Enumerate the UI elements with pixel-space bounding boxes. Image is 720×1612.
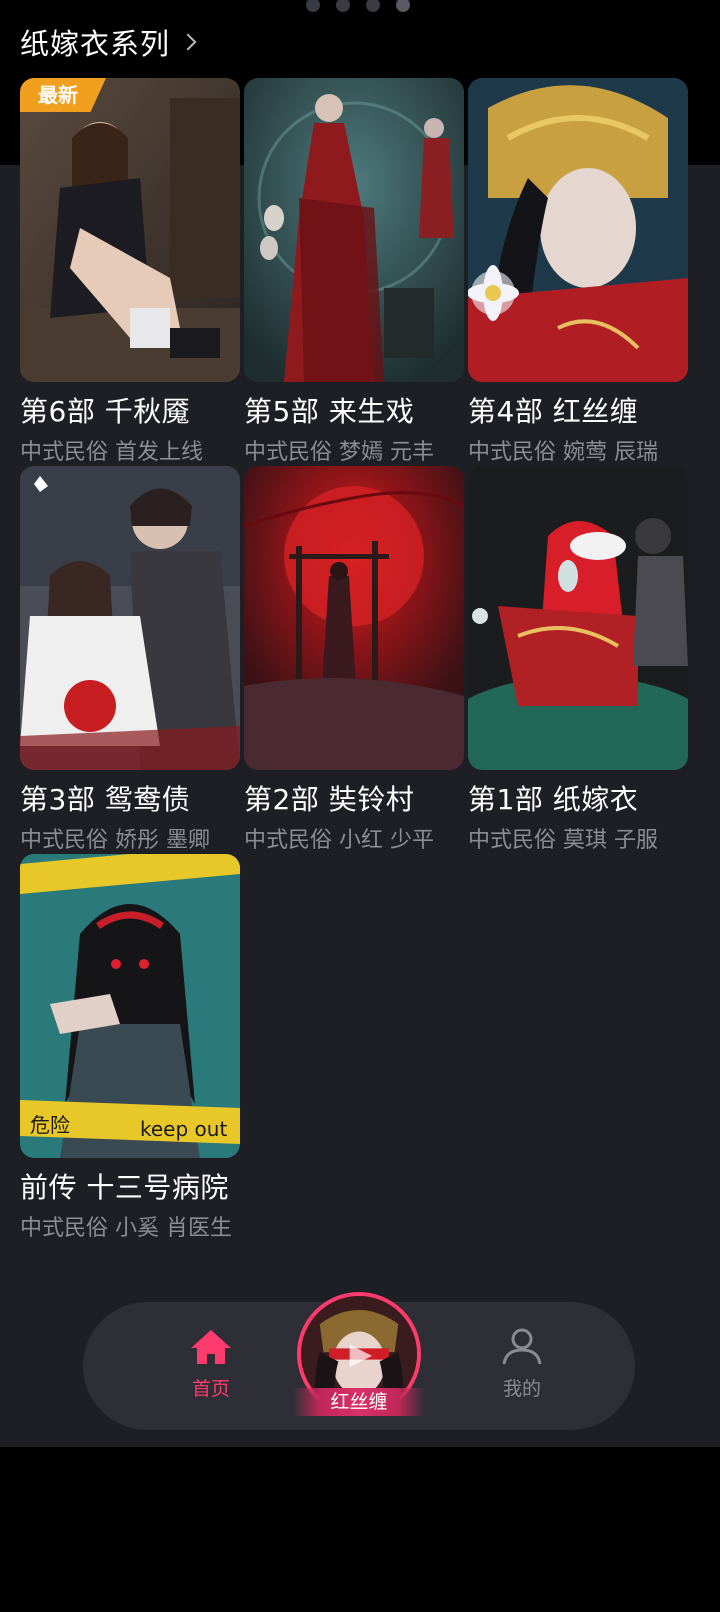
episode-cover: 危险 keep out [20, 854, 240, 1158]
current-game-label: 红丝缠 [293, 1388, 425, 1416]
episode-subtitle: 中式民俗 娇彤 墨卿 [20, 828, 210, 853]
episode-cover [20, 466, 240, 770]
episode-cover [468, 466, 688, 770]
page-dot [366, 0, 380, 12]
episode-card-6[interactable]: 最新 第6部 千秋魇 中式民俗 首发上线 [20, 78, 240, 466]
episode-subtitle: 中式民俗 小奚 肖医生 [20, 1216, 232, 1241]
episode-card-2[interactable]: 第2部 奘铃村 中式民俗 小红 少平 [244, 466, 464, 854]
episode-subtitle: 中式民俗 婉莺 辰瑞 [468, 440, 658, 465]
cover-art-red-moon [244, 466, 464, 770]
page-dot [306, 0, 320, 12]
cover-art-opera-woman [244, 78, 464, 382]
episode-title: 第1部 纸嫁衣 [468, 783, 639, 816]
episode-subtitle: 中式民俗 梦嫣 元丰 [244, 440, 434, 465]
episode-subtitle: 中式民俗 首发上线 [20, 440, 203, 465]
bottom-tab-bar: 首页 红丝缠 我的 [83, 1292, 635, 1430]
tab-mine-label: 我的 [502, 1378, 541, 1400]
cover-art-couple [20, 466, 240, 770]
episode-cover [244, 466, 464, 770]
page-indicator [306, 0, 410, 14]
episode-title: 第3部 鸳鸯债 [20, 783, 191, 816]
episode-cover: 最新 [20, 78, 240, 382]
episode-subtitle: 中式民俗 小红 少平 [244, 828, 434, 853]
tab-home-label: 首页 [191, 1378, 230, 1400]
episode-title: 第4部 红丝缠 [468, 395, 639, 428]
cover-art-hospital-girl: 危险 keep out [20, 854, 240, 1158]
series-title: 纸嫁衣系列 [20, 27, 171, 61]
episode-card-1[interactable]: 第1部 纸嫁衣 中式民俗 莫琪 子服 [468, 466, 688, 854]
tab-mine[interactable]: 我的 [462, 1328, 582, 1401]
episode-cover [468, 78, 688, 382]
episode-title: 第5部 来生戏 [244, 395, 415, 428]
episode-cover [244, 78, 464, 382]
episode-title: 第6部 千秋魇 [20, 395, 191, 428]
episode-subtitle: 中式民俗 莫琪 子服 [468, 828, 658, 853]
cover-art-girl-sitting [20, 78, 240, 382]
episode-card-3[interactable]: 第3部 鸳鸯债 中式民俗 娇彤 墨卿 [20, 466, 240, 854]
cover-art-bride-headdress [468, 78, 688, 382]
cover-text-danger: 危险 [30, 1113, 70, 1137]
chevron-right-icon [179, 33, 197, 51]
page-dot [336, 0, 350, 12]
series-header[interactable]: 纸嫁衣系列 [20, 20, 197, 64]
page-dot-active [396, 0, 410, 12]
cover-art-red-veil-bride [468, 466, 688, 770]
episode-card-prequel[interactable]: 危险 keep out 前传 十三号病院 中式民俗 小奚 肖医生 [20, 854, 240, 1242]
episode-card-4[interactable]: 第4部 红丝缠 中式民俗 婉莺 辰瑞 [468, 78, 688, 466]
episode-card-5[interactable]: 第5部 来生戏 中式民俗 梦嫣 元丰 [244, 78, 464, 466]
home-icon [191, 1330, 231, 1364]
episode-title: 前传 十三号病院 [20, 1171, 229, 1204]
tab-home[interactable]: 首页 [151, 1328, 271, 1401]
cover-text-keep-out: keep out [140, 1117, 227, 1141]
episode-title: 第2部 奘铃村 [244, 783, 415, 816]
user-icon [502, 1328, 542, 1365]
